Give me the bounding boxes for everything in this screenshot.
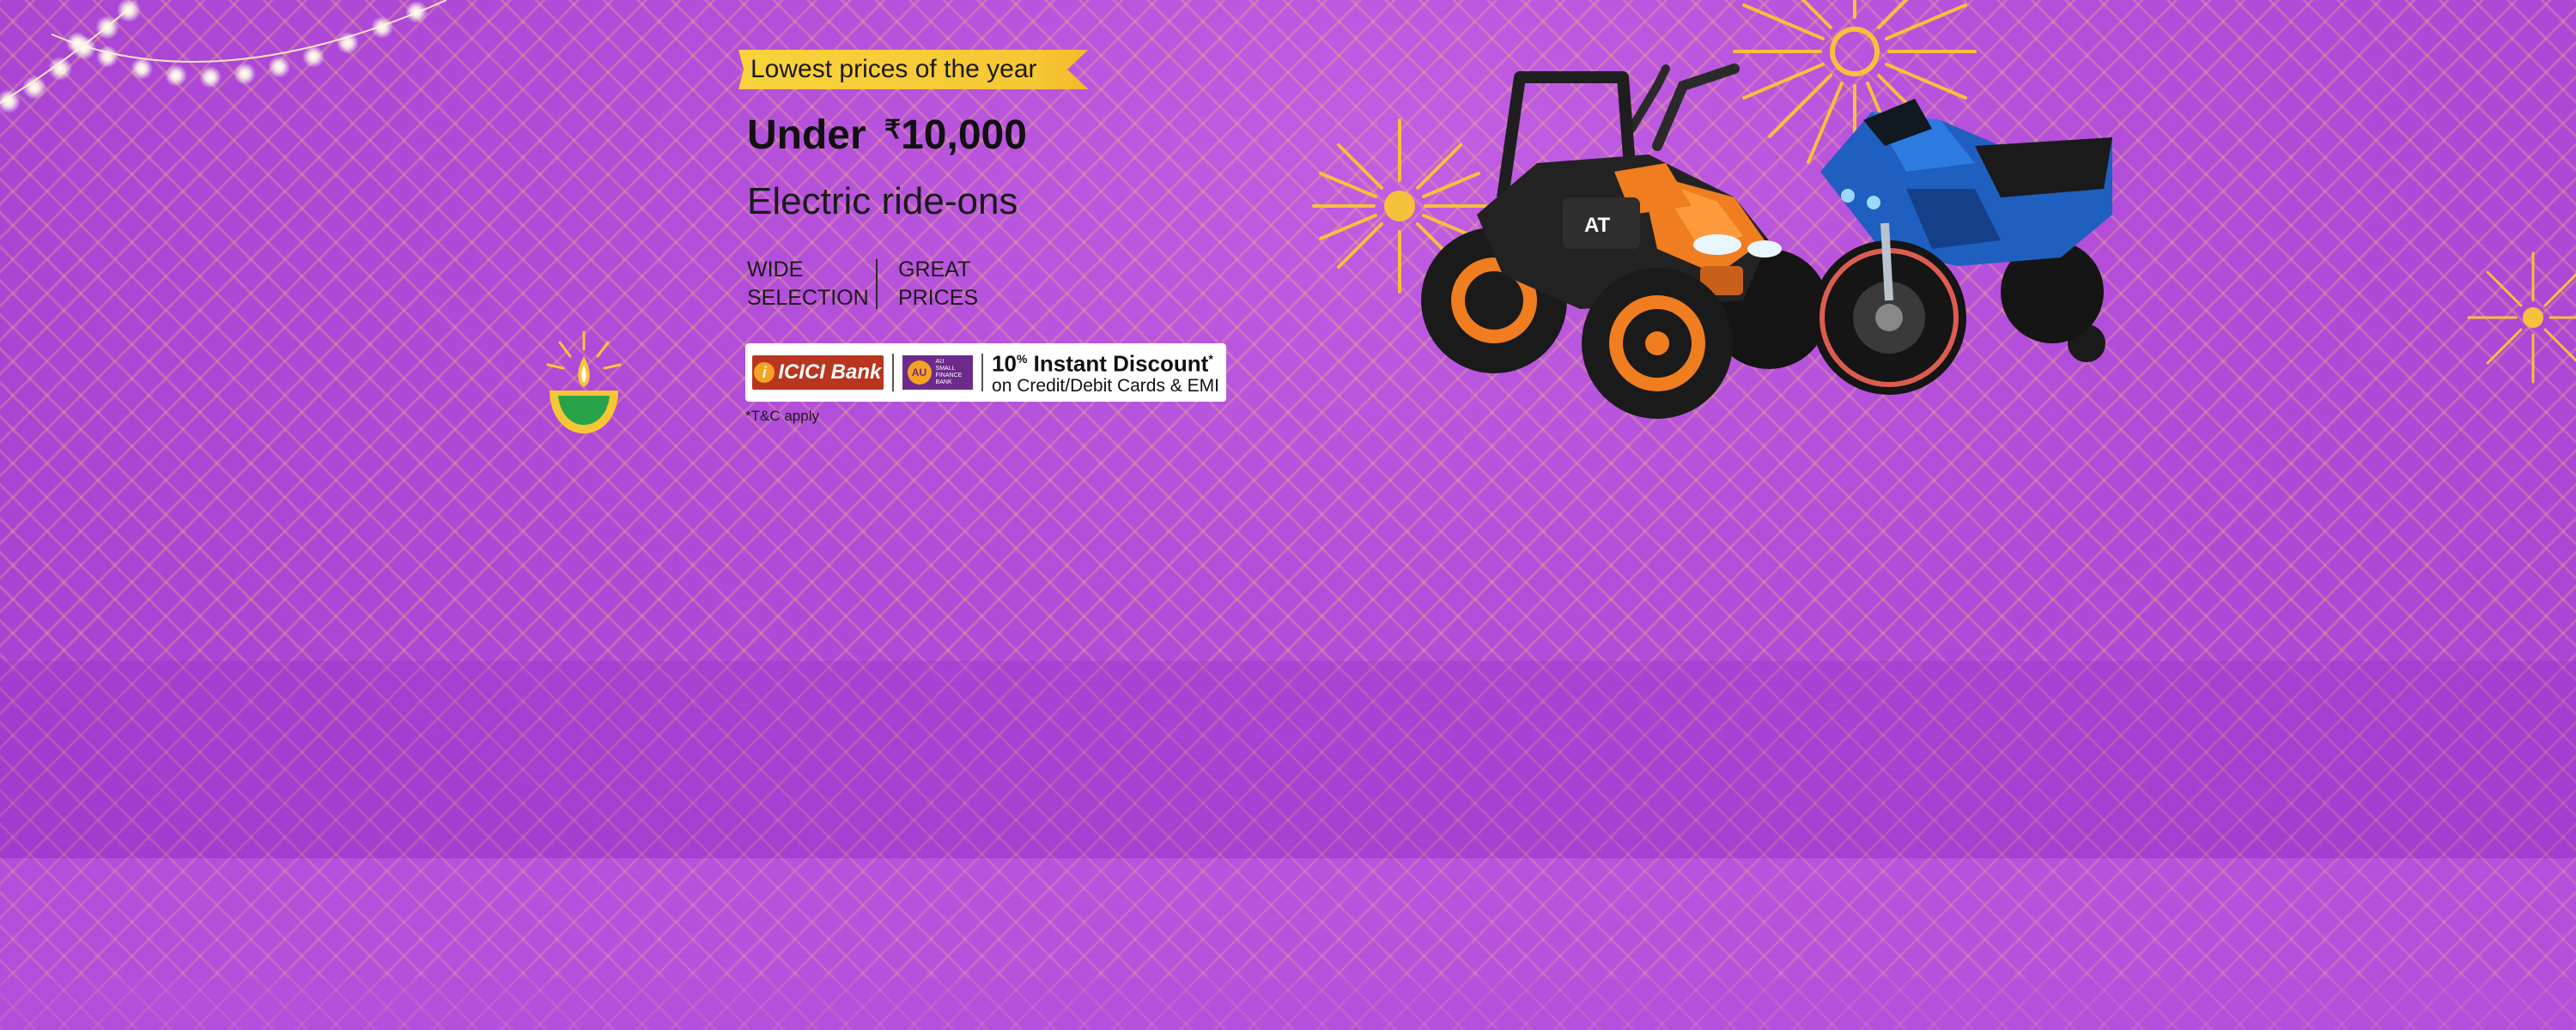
discount-headline: 10% Instant Discount* [992, 348, 1219, 375]
au-badge-icon: AU [907, 360, 932, 385]
string-lights-icon [0, 0, 447, 113]
promo-banner[interactable]: Lowest prices of the year Under ₹10,000 … [0, 0, 2576, 1030]
discount-subtext: on Credit/Debit Cards & EMI [992, 375, 1219, 396]
price-headline: Under ₹10,000 [747, 112, 1027, 159]
electric-atv-image[interactable]: AT [1374, 52, 1855, 429]
feature-list: WIDE SELECTION GREAT PRICES [747, 256, 1018, 312]
diya-lamp-icon [546, 330, 622, 433]
lowest-prices-tag: Lowest prices of the year [738, 50, 1089, 89]
au-bank-logo: AU AU SMALL FINANCE BANK [902, 355, 974, 390]
icici-bank-logo: i ICICI Bank [752, 355, 884, 390]
bank-offer-strip[interactable]: i ICICI Bank AU AU SMALL FINANCE BANK 10… [745, 343, 1226, 402]
floor-band [0, 661, 2576, 858]
rupee-symbol: ₹ [884, 116, 902, 144]
terms-note: *T&C apply [745, 408, 819, 424]
headline-prefix: Under [747, 112, 878, 158]
icici-bank-name: ICICI Bank [778, 360, 882, 384]
feature-wide-selection: WIDE SELECTION [747, 258, 869, 310]
floor-band [0, 978, 2576, 1030]
discount-label: Instant Discount [1027, 350, 1209, 377]
feature-great-prices: GREAT PRICES [898, 258, 979, 310]
au-bank-name: AU SMALL FINANCE BANK [935, 359, 963, 385]
discount-value: 10 [992, 350, 1017, 377]
discount-asterisk: * [1208, 352, 1213, 367]
headline-amount: 10,000 [901, 112, 1027, 158]
discount-unit: % [1016, 352, 1028, 367]
electric-bike-image[interactable] [1803, 94, 2129, 412]
tag-label: Lowest prices of the year [750, 55, 1037, 83]
offer-text: 10% Instant Discount* on Credit/Debit Ca… [992, 348, 1219, 397]
offer-divider [981, 354, 984, 391]
firework-icon [2467, 251, 2576, 384]
offer-divider [891, 354, 894, 391]
category-subhead: Electric ride-ons [747, 180, 1018, 222]
icici-mark-icon: i [754, 362, 775, 383]
svg-text:AT: AT [1584, 214, 1611, 237]
